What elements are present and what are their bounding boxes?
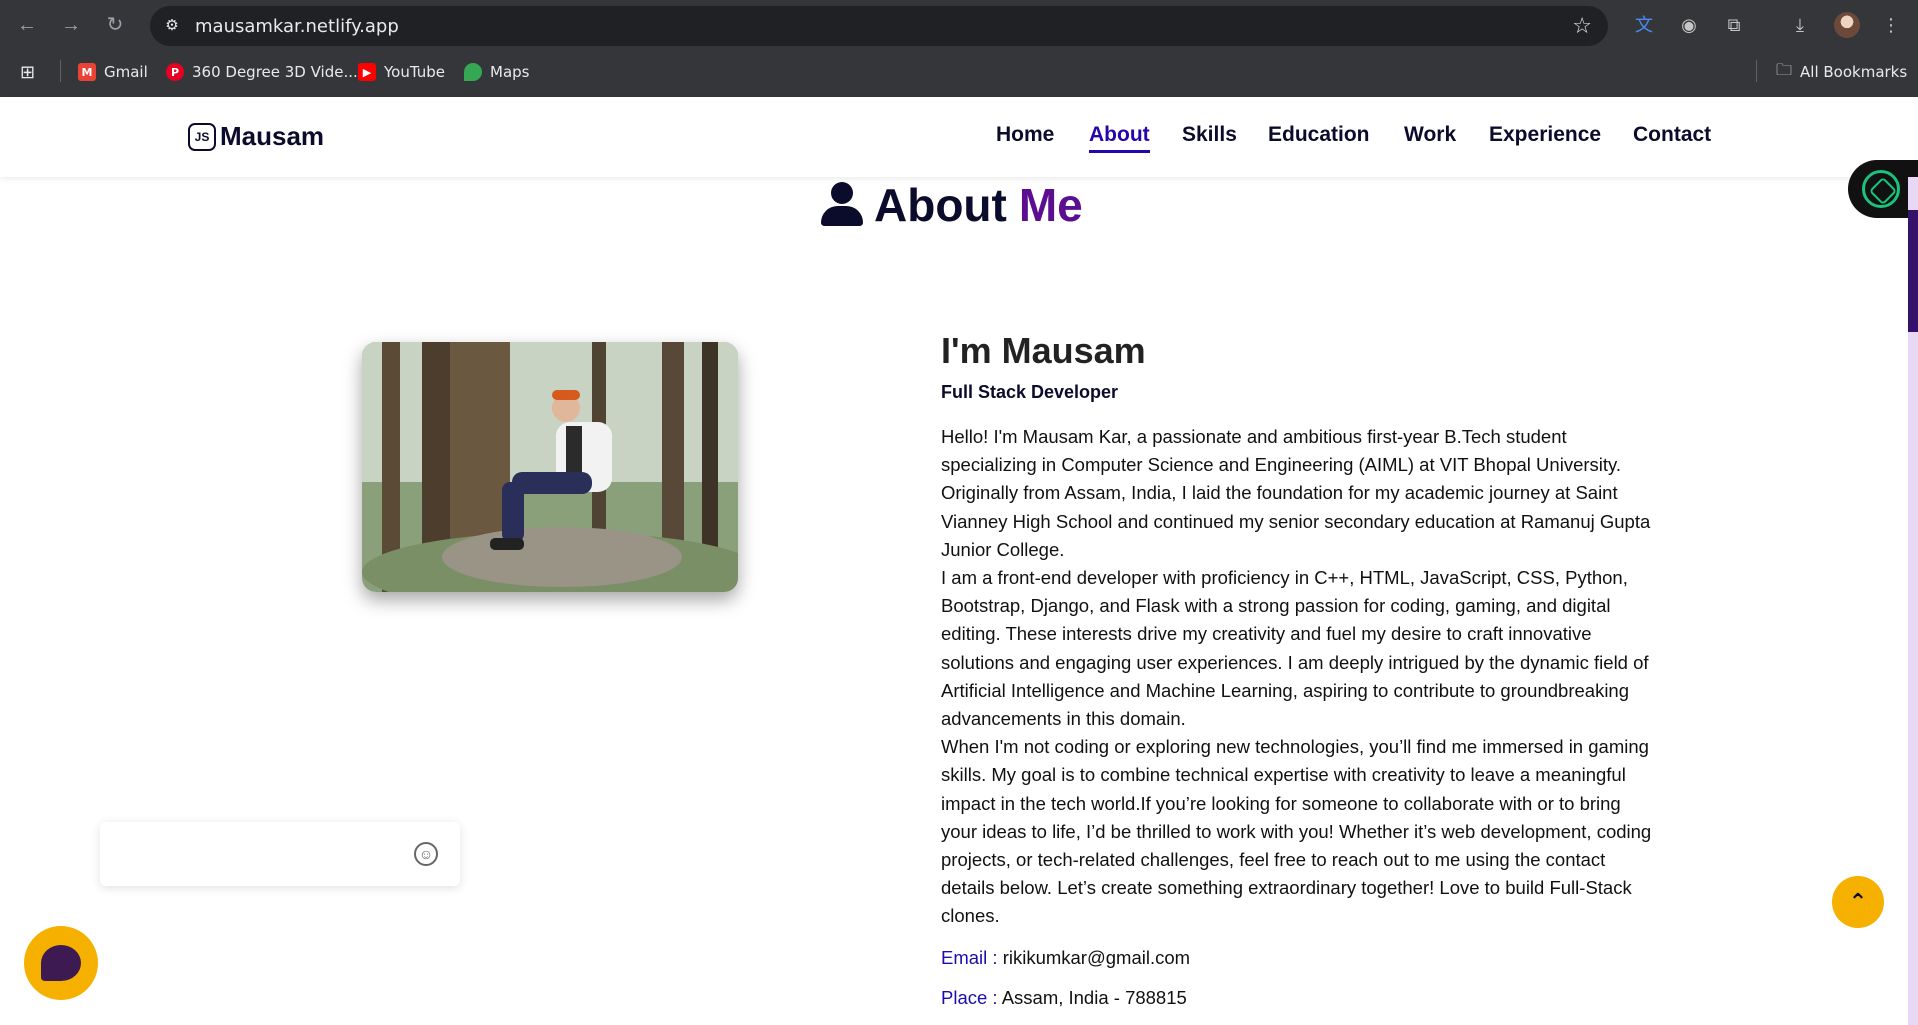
nav-education[interactable]: Education	[1268, 123, 1370, 147]
openai-icon	[1862, 170, 1900, 208]
bookmark-label: Maps	[490, 63, 530, 81]
about-content: I'm Mausam Full Stack Developer Hello! I…	[941, 330, 1661, 1009]
download-icon[interactable]: ⤓	[1787, 12, 1813, 38]
place-value: Assam, India - 788815	[1001, 986, 1187, 1008]
nav-home[interactable]: Home	[996, 123, 1054, 147]
about-role: Full Stack Developer	[941, 382, 1119, 402]
all-bookmarks[interactable]: 🗀 All Bookmarks	[1776, 60, 1907, 84]
bookmark-pinterest[interactable]: P 360 Degree 3D Vide...	[166, 60, 358, 84]
all-bookmarks-label: All Bookmarks	[1800, 63, 1908, 81]
translate-icon[interactable]: 文	[1631, 12, 1657, 38]
bookmark-divider	[60, 60, 61, 82]
folder-icon: 🗀	[1776, 59, 1793, 79]
js-logo-icon: JS	[188, 122, 216, 151]
profile-avatar[interactable]	[1834, 12, 1860, 38]
camera-icon[interactable]: ◉	[1676, 12, 1702, 38]
nav-skills[interactable]: Skills	[1182, 123, 1237, 147]
scrollbar-thumb[interactable]	[1908, 210, 1918, 332]
forward-icon[interactable]: →	[58, 12, 84, 38]
site-logo[interactable]: JS Mausam	[188, 121, 324, 152]
browser-toolbar: ← → ↻ ⚙ mausamkar.netlify.app ☆ 文 ◉ ⧉ ⤓ …	[0, 0, 1918, 50]
nav-contact[interactable]: Contact	[1633, 123, 1711, 147]
gmail-icon: M	[78, 63, 96, 81]
email-row: Email : rikikumkar@gmail.com	[941, 946, 1191, 968]
bookmark-label: 360 Degree 3D Vide...	[192, 63, 358, 81]
bookmark-label: Gmail	[104, 63, 148, 81]
place-label: Place	[941, 986, 988, 1008]
profile-photo	[362, 342, 738, 592]
about-heading-text: About	[874, 179, 1007, 231]
url-text: mausamkar.netlify.app	[195, 16, 399, 37]
bookmark-gmail[interactable]: M Gmail	[78, 60, 148, 84]
bookmark-youtube[interactable]: ▶ YouTube	[358, 60, 445, 84]
maps-icon	[464, 63, 482, 81]
email-label: Email	[941, 946, 988, 968]
extensions-icon[interactable]: ⧉	[1721, 12, 1747, 38]
email-value: rikikumkar@gmail.com	[1002, 946, 1191, 968]
about-paragraph: Hello! I'm Mausam Kar, a passionate and …	[941, 426, 1652, 927]
about-heading: About Me	[820, 178, 1083, 232]
site-settings-icon[interactable]: ⚙	[160, 14, 184, 38]
chat-message-input[interactable]: ☺	[100, 822, 460, 886]
place-row: Place : Assam, India - 788815	[941, 986, 1187, 1008]
bookmark-label: YouTube	[384, 63, 445, 81]
chat-launcher-button[interactable]	[24, 926, 98, 1000]
browser-chrome: ← → ↻ ⚙ mausamkar.netlify.app ☆ 文 ◉ ⧉ ⤓ …	[0, 0, 1918, 97]
apps-grid-icon[interactable]: ⊞	[20, 60, 35, 84]
bookmark-divider	[1756, 60, 1757, 82]
about-heading-accent: Me	[1018, 179, 1083, 231]
nav-work[interactable]: Work	[1404, 123, 1456, 147]
bookmark-star-icon[interactable]: ☆	[1572, 13, 1592, 39]
bookmark-maps[interactable]: Maps	[464, 60, 529, 84]
user-icon	[820, 182, 864, 228]
back-icon[interactable]: ←	[14, 12, 40, 38]
nav-about[interactable]: About	[1089, 123, 1150, 153]
chat-icon	[41, 945, 81, 981]
pinterest-icon: P	[166, 63, 184, 81]
about-name: I'm Mausam	[941, 330, 1146, 371]
nav-experience[interactable]: Experience	[1489, 123, 1601, 147]
site-header: JS Mausam Home About Skills Education Wo…	[0, 97, 1918, 177]
address-bar[interactable]: ⚙ mausamkar.netlify.app ☆	[150, 6, 1608, 46]
emoji-icon[interactable]: ☺	[414, 842, 438, 866]
scroll-to-top-button[interactable]: ⌃	[1832, 876, 1884, 928]
menu-dots-icon[interactable]: ⋮	[1878, 12, 1904, 38]
reload-icon[interactable]: ↻	[102, 12, 128, 38]
bookmarks-bar: ⊞ M Gmail P 360 Degree 3D Vide... ▶ YouT…	[0, 52, 1918, 92]
youtube-icon: ▶	[358, 63, 376, 81]
logo-text: Mausam	[220, 121, 325, 151]
